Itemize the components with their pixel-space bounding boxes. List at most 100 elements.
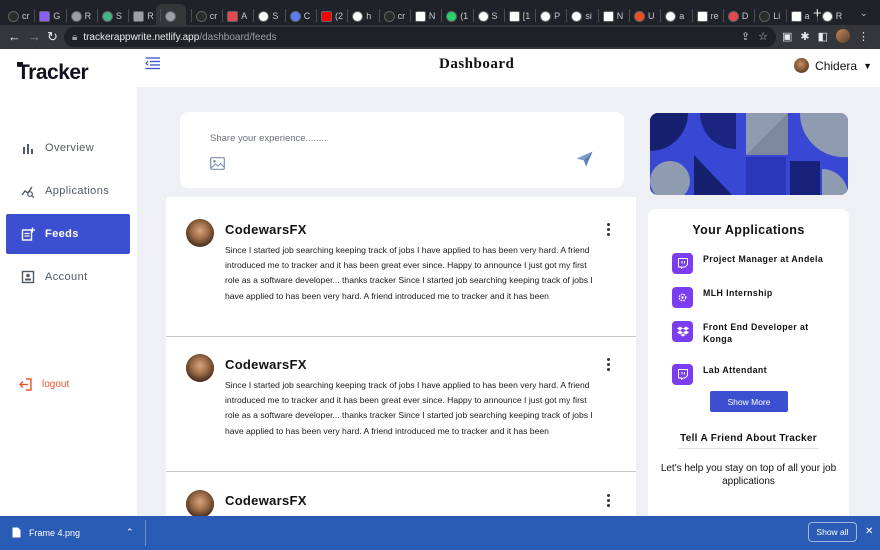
browser-tab[interactable]: D <box>727 6 749 26</box>
tab-label: Li <box>773 11 781 21</box>
browser-tab[interactable]: re <box>696 6 719 26</box>
menu-toggle-icon[interactable] <box>145 57 161 71</box>
browser-tab[interactable]: G <box>39 6 60 26</box>
post-body: Since I started job searching keeping tr… <box>225 378 621 439</box>
browser-tab[interactable]: Li <box>759 6 780 26</box>
tab-favicon-icon <box>133 10 145 22</box>
application-item[interactable]: MLH Internship <box>672 287 828 308</box>
new-tab-icon[interactable]: + <box>813 5 822 22</box>
lock-icon[interactable]: 🔒︎ <box>72 32 77 43</box>
tab-favicon-icon <box>477 10 489 22</box>
browser-tab[interactable]: cr <box>8 6 30 26</box>
share-icon[interactable]: ⇪ <box>741 30 750 43</box>
tab-label: D <box>741 11 749 21</box>
tab-separator <box>535 9 537 22</box>
tab-separator <box>597 9 599 22</box>
tab-favicon-icon <box>195 10 207 22</box>
post-line: Since I started job searching keeping tr… <box>225 245 590 255</box>
tab-label: A <box>241 11 248 21</box>
tab-separator <box>347 9 349 22</box>
browser-tab[interactable]: a <box>665 6 684 26</box>
extension-icon[interactable]: ▣ <box>782 30 792 43</box>
browser-tab[interactable]: R <box>821 6 842 26</box>
sidebar-item-applications[interactable]: Applications <box>6 171 130 211</box>
send-icon[interactable] <box>576 151 593 167</box>
divider <box>145 520 146 546</box>
browser-tab[interactable]: (1 <box>446 6 468 26</box>
browser-tab[interactable]: si <box>571 6 592 26</box>
address-bar[interactable]: 🔒︎ trackerappwrite.netlify.app/dashboard… <box>64 27 776 47</box>
tab-favicon-icon <box>227 10 239 22</box>
back-icon[interactable]: ← <box>8 29 21 44</box>
sidebar-item-feeds[interactable]: Feeds <box>6 214 130 254</box>
post-author: CodewarsFX <box>225 222 307 237</box>
tab-label: N <box>616 11 624 21</box>
more-options-icon[interactable] <box>607 358 611 373</box>
app-logo[interactable]: Tracker <box>17 61 89 85</box>
browser-tab[interactable]: h <box>352 6 371 26</box>
more-options-icon[interactable] <box>607 494 611 509</box>
tab-favicon-icon <box>101 10 113 22</box>
tab-label: cr <box>397 11 406 21</box>
browser-tab[interactable]: (2 <box>321 6 343 26</box>
divider <box>166 471 636 472</box>
tab-favicon-icon <box>821 10 833 22</box>
show-all-button[interactable]: Show all <box>808 522 857 542</box>
browser-tab[interactable]: S <box>101 6 122 26</box>
application-item[interactable]: Lab Attendant <box>672 364 828 385</box>
browser-tab[interactable]: [1 <box>508 6 530 26</box>
tell-a-friend-title: Tell A Friend About Tracker <box>680 433 817 444</box>
browser-menu-icon[interactable]: ⋮ <box>858 30 869 43</box>
top-bar: Dashboard Chidera ▼ <box>137 49 880 87</box>
image-upload-icon[interactable] <box>210 157 225 170</box>
show-more-button[interactable]: Show More <box>710 391 788 412</box>
browser-tab[interactable]: cr <box>195 6 217 26</box>
logout-icon <box>19 378 32 391</box>
puzzle-icon[interactable]: ✱ <box>800 30 809 43</box>
tab-label: cr <box>22 11 30 21</box>
browser-tab[interactable]: R <box>70 6 92 26</box>
browser-tab[interactable]: R <box>133 6 154 26</box>
browser-tab[interactable] <box>164 6 179 26</box>
download-item[interactable]: Frame 4.png <box>12 527 80 538</box>
close-icon[interactable]: ✕ <box>865 526 873 537</box>
application-item[interactable]: Front End Developer at Konga <box>672 321 828 345</box>
tab-label: R <box>147 11 154 21</box>
profile-avatar[interactable] <box>836 29 851 43</box>
browser-tab[interactable]: a <box>790 6 810 26</box>
application-item[interactable]: Project Manager at Andela <box>672 253 828 274</box>
logout-button[interactable]: logout <box>19 378 69 391</box>
browser-tab[interactable]: C <box>289 6 311 26</box>
browser-tab[interactable]: N <box>602 6 624 26</box>
tab-label: C <box>303 11 311 21</box>
download-bar: Frame 4.png ⌃ Show all ✕ <box>0 516 880 550</box>
user-menu[interactable]: Chidera ▼ <box>794 58 872 73</box>
twitch-icon <box>672 253 693 274</box>
bookmark-star-icon[interactable]: ☆ <box>758 30 768 43</box>
browser-tab[interactable]: U <box>634 6 655 26</box>
sidebar-item-account[interactable]: Account <box>6 257 130 297</box>
reload-icon[interactable]: ↻ <box>47 29 58 45</box>
tab-separator <box>566 9 568 22</box>
forward-icon[interactable]: → <box>28 29 41 44</box>
browser-toolbar: ← → ↻ 🔒︎ trackerappwrite.netlify.app/das… <box>0 25 880 49</box>
sidebar-item-overview[interactable]: Overview <box>6 128 130 168</box>
browser-tab[interactable]: A <box>227 6 247 26</box>
browser-tab[interactable]: P <box>540 6 560 26</box>
tab-favicon-icon <box>540 10 552 22</box>
tab-label: R <box>84 11 92 21</box>
tab-label: S <box>491 11 498 21</box>
post-line: introduced me to tracker and it has been… <box>225 395 587 406</box>
tab-separator <box>629 9 630 22</box>
share-input[interactable]: Share your experience........ <box>210 133 327 144</box>
sidepanel-icon[interactable]: ◧ <box>818 30 828 43</box>
browser-tab[interactable]: S <box>258 6 278 26</box>
chevron-up-icon[interactable]: ⌃ <box>126 527 134 538</box>
more-options-icon[interactable] <box>607 223 611 238</box>
tab-search-icon[interactable]: ⌄ <box>860 8 868 19</box>
tab-separator <box>722 9 724 22</box>
browser-tab[interactable]: cr <box>383 6 406 26</box>
browser-tab[interactable]: S <box>477 6 498 26</box>
divider <box>166 336 636 337</box>
browser-tab[interactable]: N <box>414 6 435 26</box>
